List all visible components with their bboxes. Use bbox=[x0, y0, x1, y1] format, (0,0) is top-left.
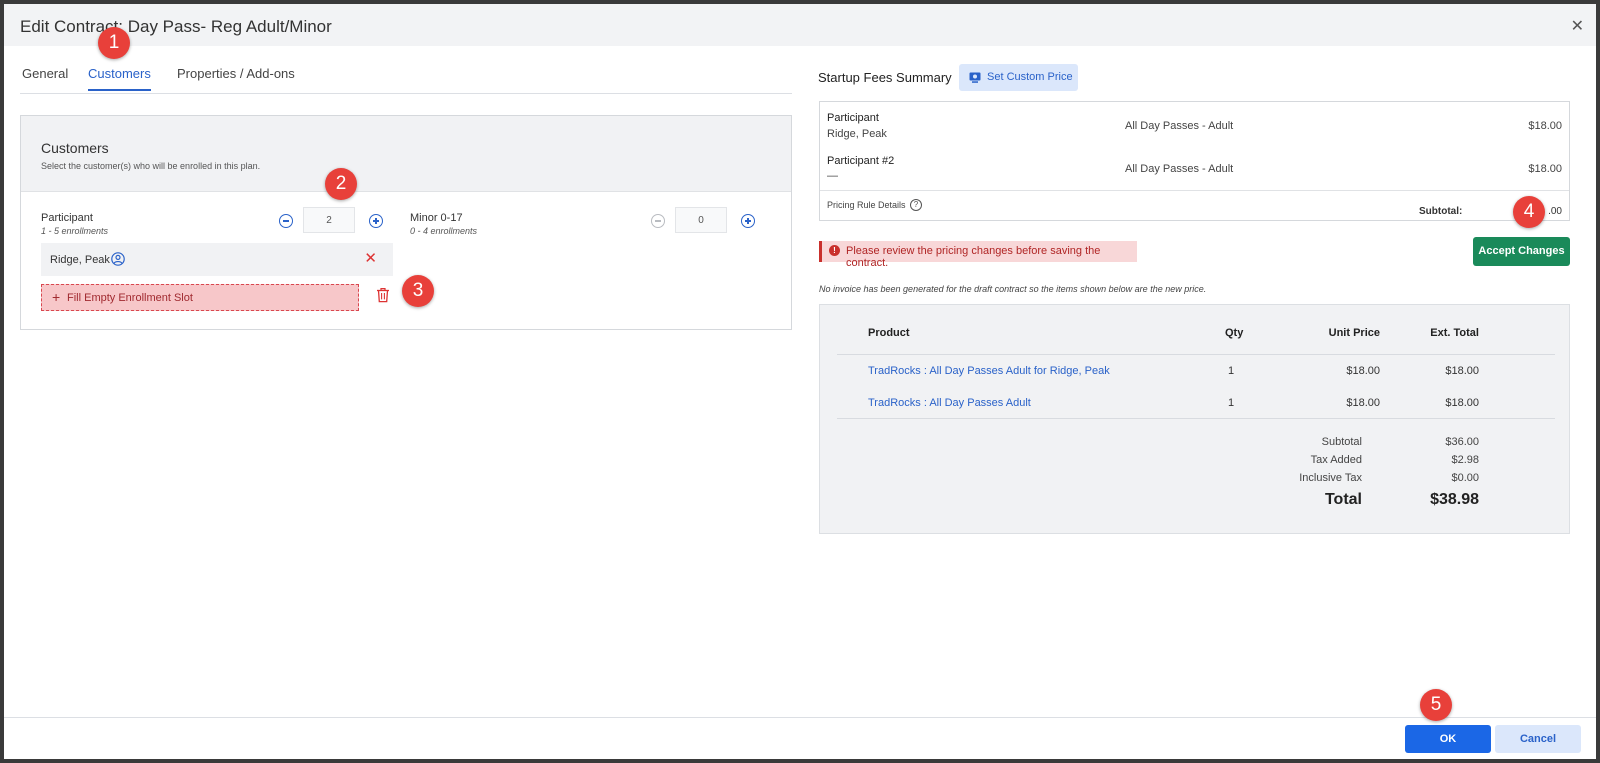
tab-general[interactable]: General bbox=[22, 66, 68, 89]
callout-marker-5: 5 bbox=[1420, 689, 1452, 721]
fill-empty-slot-label: Fill Empty Enrollment Slot bbox=[67, 292, 193, 304]
invoice-row-2-qty: 1 bbox=[1228, 397, 1235, 409]
callout-marker-4: 4 bbox=[1513, 196, 1545, 228]
plus-icon: + bbox=[52, 289, 61, 305]
participant-decrement-icon[interactable] bbox=[279, 214, 293, 228]
invoice-header-divider bbox=[837, 354, 1555, 355]
minor-range: 0 - 4 enrollments bbox=[410, 226, 478, 236]
participant-count-input[interactable] bbox=[303, 207, 355, 233]
price-tag-icon bbox=[969, 72, 981, 83]
col-header-unit-price: Unit Price bbox=[1328, 327, 1380, 339]
invoice-inclusive-tax-value: $0.00 bbox=[1451, 472, 1479, 484]
callout-marker-2: 2 bbox=[325, 168, 357, 200]
invoice-inclusive-tax-label: Inclusive Tax bbox=[1299, 472, 1362, 484]
accept-changes-button[interactable]: Accept Changes bbox=[1473, 237, 1570, 266]
invoice-row-1-qty: 1 bbox=[1228, 365, 1235, 377]
customers-subtitle: Select the customer(s) who will be enrol… bbox=[41, 161, 261, 171]
cancel-button[interactable]: Cancel bbox=[1495, 725, 1581, 753]
startup-fees-title: Startup Fees Summary bbox=[818, 70, 952, 85]
footer-divider bbox=[4, 717, 1596, 718]
invoice-row-2-product[interactable]: TradRocks : All Day Passes Adult bbox=[868, 397, 1031, 409]
callout-marker-3: 3 bbox=[402, 275, 434, 307]
person-icon[interactable] bbox=[111, 252, 125, 266]
minor-increment-icon[interactable] bbox=[741, 214, 755, 228]
pricing-warning: ! Please review the pricing changes befo… bbox=[819, 241, 1137, 269]
participant-range: 1 - 5 enrollments bbox=[41, 226, 109, 236]
startup-fees-box: Participant Ridge, Peak All Day Passes -… bbox=[819, 101, 1570, 221]
col-header-qty: Qty bbox=[1225, 327, 1244, 339]
participant-increment-icon[interactable] bbox=[369, 214, 383, 228]
invoice-preview: Product Qty Unit Price Ext. Total TradRo… bbox=[819, 304, 1570, 534]
minor-count-input[interactable] bbox=[675, 207, 727, 233]
fees-subtotal-value: .00 bbox=[1548, 206, 1562, 217]
invoice-subtotal-label: Subtotal bbox=[1321, 436, 1362, 448]
callout-marker-1: 1 bbox=[98, 27, 130, 59]
fee-line-1-amount: $18.00 bbox=[1528, 120, 1562, 132]
invoice-row-1-product[interactable]: TradRocks : All Day Passes Adult for Rid… bbox=[868, 365, 1110, 377]
col-header-ext-total: Ext. Total bbox=[1430, 327, 1479, 339]
fees-divider bbox=[820, 190, 1569, 191]
minor-decrement-icon[interactable] bbox=[651, 214, 665, 228]
customers-title: Customers bbox=[41, 140, 109, 156]
dialog-header: Edit Contract: Day Pass- Reg Adult/Minor… bbox=[4, 4, 1596, 46]
ok-button[interactable]: OK bbox=[1405, 725, 1491, 753]
participant-label: Participant bbox=[41, 212, 93, 224]
close-icon[interactable]: ✕ bbox=[1571, 16, 1584, 36]
fee-line-2-item: All Day Passes - Adult bbox=[1125, 163, 1234, 175]
invoice-total-value: $38.98 bbox=[1430, 491, 1479, 508]
help-icon[interactable]: ? bbox=[910, 199, 922, 211]
enrolled-customer-name: Ridge, Peak bbox=[50, 254, 110, 266]
minor-label: Minor 0-17 bbox=[410, 212, 463, 224]
set-custom-price-button[interactable]: Set Custom Price bbox=[959, 64, 1078, 91]
tab-bar: General Customers Properties / Add-ons bbox=[20, 62, 792, 94]
fill-empty-slot-button[interactable]: + Fill Empty Enrollment Slot bbox=[41, 284, 359, 311]
tab-customers[interactable]: Customers bbox=[88, 66, 151, 91]
enrolled-customer-row: Ridge, Peak ✕ bbox=[41, 243, 393, 276]
customers-panel-header: Customers Select the customer(s) who wil… bbox=[21, 116, 791, 192]
dialog-title: Edit Contract: Day Pass- Reg Adult/Minor bbox=[20, 17, 332, 36]
invoice-tax-added-value: $2.98 bbox=[1451, 454, 1479, 466]
invoice-total-label: Total bbox=[1324, 491, 1362, 508]
trash-icon[interactable] bbox=[376, 287, 390, 303]
fee-line-1-customer: Ridge, Peak bbox=[827, 128, 887, 140]
fee-line-1-item: All Day Passes - Adult bbox=[1125, 120, 1234, 132]
col-header-product: Product bbox=[868, 327, 910, 339]
tab-properties-addons[interactable]: Properties / Add-ons bbox=[177, 66, 295, 89]
fee-line-1-name: Participant bbox=[827, 112, 879, 124]
invoice-row-1-unit-price: $18.00 bbox=[1346, 365, 1380, 377]
invoice-subtotal-value: $36.00 bbox=[1445, 436, 1479, 448]
set-custom-price-label: Set Custom Price bbox=[987, 71, 1073, 83]
fee-line-2-amount: $18.00 bbox=[1528, 163, 1562, 175]
invoice-row-2-ext-total: $18.00 bbox=[1445, 397, 1479, 409]
pricing-warning-text: Please review the pricing changes before… bbox=[846, 245, 1101, 269]
fee-line-2-customer: — bbox=[827, 170, 838, 182]
invoice-rows-divider bbox=[837, 418, 1555, 419]
fees-subtotal-label: Subtotal: bbox=[1419, 206, 1463, 217]
alert-icon: ! bbox=[829, 245, 840, 256]
invoice-row-1-ext-total: $18.00 bbox=[1445, 365, 1479, 377]
pricing-rule-details-link[interactable]: Pricing Rule Details bbox=[827, 200, 906, 210]
remove-customer-icon[interactable]: ✕ bbox=[364, 251, 377, 266]
invoice-row-2-unit-price: $18.00 bbox=[1346, 397, 1380, 409]
fee-line-2-name: Participant #2 bbox=[827, 155, 895, 167]
invoice-note: No invoice has been generated for the dr… bbox=[819, 284, 1207, 294]
invoice-tax-added-label: Tax Added bbox=[1310, 454, 1362, 466]
